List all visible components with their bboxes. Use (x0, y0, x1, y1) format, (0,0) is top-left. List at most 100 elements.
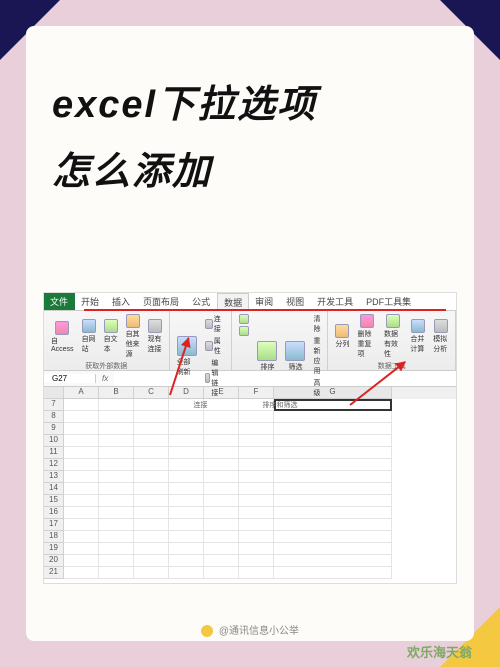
row-header-19[interactable]: 19 (44, 543, 64, 555)
cell-F16[interactable] (239, 507, 274, 519)
cell-A20[interactable] (64, 555, 99, 567)
cell-E8[interactable] (204, 411, 239, 423)
row-header-9[interactable]: 9 (44, 423, 64, 435)
tab-home[interactable]: 开始 (75, 293, 106, 310)
cell-B10[interactable] (99, 435, 134, 447)
cell-B8[interactable] (99, 411, 134, 423)
cell-A13[interactable] (64, 471, 99, 483)
btn-from-other[interactable]: 自其他来源 (123, 313, 143, 360)
cell-E17[interactable] (204, 519, 239, 531)
cell-C10[interactable] (134, 435, 169, 447)
btn-sort-az[interactable] (236, 313, 252, 325)
cell-C7[interactable] (134, 399, 169, 411)
cell-F9[interactable] (239, 423, 274, 435)
tab-formula[interactable]: 公式 (186, 293, 217, 310)
cell-B21[interactable] (99, 567, 134, 579)
row-header-16[interactable]: 16 (44, 507, 64, 519)
cell-D16[interactable] (169, 507, 204, 519)
cell-E21[interactable] (204, 567, 239, 579)
row-header-14[interactable]: 14 (44, 483, 64, 495)
cell-G15[interactable] (274, 495, 392, 507)
tab-file[interactable]: 文件 (44, 293, 75, 310)
btn-texttocol[interactable]: 分列 (332, 313, 352, 360)
btn-consolidate[interactable]: 合并计算 (407, 313, 428, 360)
btn-connections[interactable]: 连接 (202, 313, 228, 335)
btn-properties[interactable]: 属性 (202, 335, 228, 357)
cell-E18[interactable] (204, 531, 239, 543)
cell-D21[interactable] (169, 567, 204, 579)
cell-D14[interactable] (169, 483, 204, 495)
cell-C14[interactable] (134, 483, 169, 495)
cell-E16[interactable] (204, 507, 239, 519)
row-header-17[interactable]: 17 (44, 519, 64, 531)
cell-E10[interactable] (204, 435, 239, 447)
cell-D13[interactable] (169, 471, 204, 483)
cell-D11[interactable] (169, 447, 204, 459)
row-header-12[interactable]: 12 (44, 459, 64, 471)
cell-E14[interactable] (204, 483, 239, 495)
cell-G9[interactable] (274, 423, 392, 435)
cell-A9[interactable] (64, 423, 99, 435)
tab-layout[interactable]: 页面布局 (137, 293, 186, 310)
cell-A10[interactable] (64, 435, 99, 447)
cell-G10[interactable] (274, 435, 392, 447)
cell-C11[interactable] (134, 447, 169, 459)
cell-F13[interactable] (239, 471, 274, 483)
cell-B20[interactable] (99, 555, 134, 567)
cell-E20[interactable] (204, 555, 239, 567)
cell-B7[interactable] (99, 399, 134, 411)
cell-B12[interactable] (99, 459, 134, 471)
cell-D18[interactable] (169, 531, 204, 543)
cell-B16[interactable] (99, 507, 134, 519)
cell-F20[interactable] (239, 555, 274, 567)
cell-D9[interactable] (169, 423, 204, 435)
cell-E11[interactable] (204, 447, 239, 459)
tab-review[interactable]: 审阅 (249, 293, 280, 310)
row-header-7[interactable]: 7 (44, 399, 64, 411)
row-header-10[interactable]: 10 (44, 435, 64, 447)
cell-B14[interactable] (99, 483, 134, 495)
cell-F14[interactable] (239, 483, 274, 495)
cell-C8[interactable] (134, 411, 169, 423)
btn-from-access[interactable]: 自 Access (48, 313, 77, 360)
cell-F10[interactable] (239, 435, 274, 447)
cell-F12[interactable] (239, 459, 274, 471)
cell-C9[interactable] (134, 423, 169, 435)
cell-E13[interactable] (204, 471, 239, 483)
row-header-11[interactable]: 11 (44, 447, 64, 459)
cell-F19[interactable] (239, 543, 274, 555)
btn-sort-za[interactable] (236, 325, 252, 337)
cell-G16[interactable] (274, 507, 392, 519)
cell-B19[interactable] (99, 543, 134, 555)
cell-G13[interactable] (274, 471, 392, 483)
cell-E15[interactable] (204, 495, 239, 507)
row-header-18[interactable]: 18 (44, 531, 64, 543)
cell-D15[interactable] (169, 495, 204, 507)
cell-C19[interactable] (134, 543, 169, 555)
cell-G20[interactable] (274, 555, 392, 567)
cell-A19[interactable] (64, 543, 99, 555)
cell-D17[interactable] (169, 519, 204, 531)
cell-A11[interactable] (64, 447, 99, 459)
cell-D8[interactable] (169, 411, 204, 423)
cell-B13[interactable] (99, 471, 134, 483)
cell-B11[interactable] (99, 447, 134, 459)
btn-reapply[interactable]: 重新应用 (310, 335, 323, 377)
tab-dev[interactable]: 开发工具 (311, 293, 360, 310)
cell-F21[interactable] (239, 567, 274, 579)
row-header-20[interactable]: 20 (44, 555, 64, 567)
btn-existing-conn[interactable]: 现有连接 (145, 313, 165, 360)
cell-C15[interactable] (134, 495, 169, 507)
tab-insert[interactable]: 插入 (106, 293, 137, 310)
btn-filter[interactable]: 筛选 (282, 313, 308, 399)
cell-D20[interactable] (169, 555, 204, 567)
cell-A17[interactable] (64, 519, 99, 531)
cell-B9[interactable] (99, 423, 134, 435)
cell-C21[interactable] (134, 567, 169, 579)
col-header-A[interactable]: A (64, 387, 99, 399)
cell-A7[interactable] (64, 399, 99, 411)
cell-G21[interactable] (274, 567, 392, 579)
cell-F18[interactable] (239, 531, 274, 543)
cell-C16[interactable] (134, 507, 169, 519)
namebox[interactable]: G27 (44, 374, 96, 383)
